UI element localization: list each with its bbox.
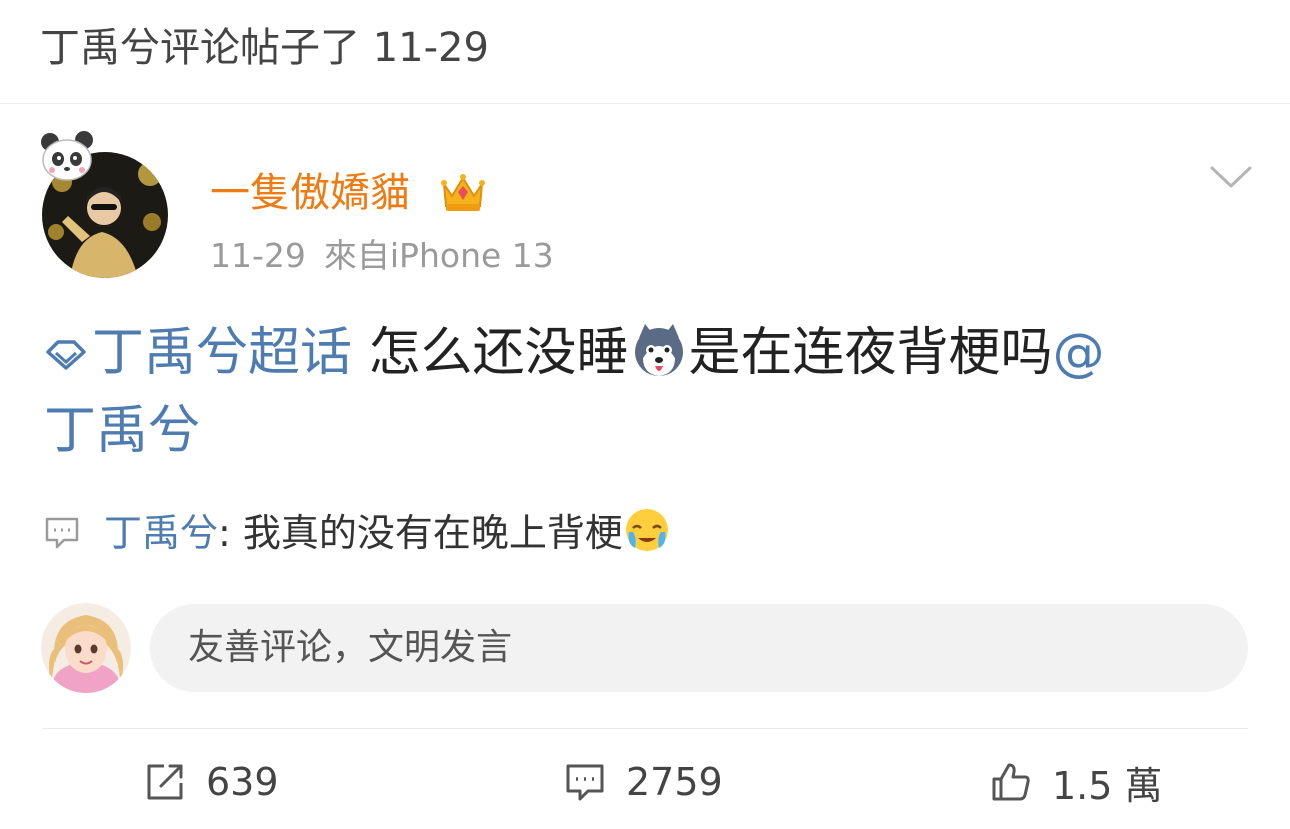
comment-bubble-icon [45, 517, 79, 549]
author-name[interactable]: 一隻傲嬌貓 [210, 166, 410, 220]
my-avatar[interactable] [41, 603, 131, 693]
panda-frame-icon [41, 131, 93, 181]
action-divider [42, 728, 1248, 729]
weibo-post-page: 丁禹兮评论帖子了 11-29 一隻傲嬌貓 11-29 來自iPhone 13 丁… [0, 0, 1290, 829]
post-time: 11-29 [210, 236, 306, 275]
crying-face-emoji [625, 509, 668, 551]
super-topic-label: 丁禹兮超话 [92, 323, 353, 383]
comment-input[interactable]: 友善评论，文明发言 [150, 604, 1248, 692]
notification-header: 丁禹兮评论帖子了 11-29 [0, 0, 1290, 104]
reply-separator: : [218, 511, 243, 555]
post-source: 來自iPhone 13 [323, 236, 554, 275]
like-button[interactable]: 1.5 萬 [990, 754, 1163, 810]
reply-text-line: 丁禹兮: 我真的没有在晚上背梗 [104, 505, 671, 561]
super-topic-link[interactable]: 丁禹兮超话 [44, 323, 352, 383]
thumbs-up-icon [992, 763, 1030, 801]
mention-at: @ [1052, 323, 1105, 383]
post-meta: 11-29 來自iPhone 13 [210, 234, 554, 278]
comment-button[interactable]: 2759 [564, 754, 723, 810]
repost-count: 639 [206, 760, 279, 804]
reply-content: 我真的没有在晚上背梗 [242, 511, 623, 555]
crown-icon [441, 174, 485, 211]
post-text-part2: 是在连夜背梗吗 [688, 323, 1053, 383]
like-count: 1.5 萬 [1052, 763, 1163, 808]
comment-icon [566, 764, 604, 801]
mention-name: 丁禹兮 [44, 401, 201, 461]
super-topic-diamond-icon [46, 340, 86, 370]
repost-icon [147, 764, 183, 800]
husky-dog-emoji [634, 324, 683, 376]
reply-author[interactable]: 丁禹兮 [104, 511, 218, 555]
notification-title: 丁禹兮评论帖子了 11-29 [40, 25, 489, 71]
author-avatar-wrap[interactable] [36, 128, 176, 278]
comment-count: 2759 [626, 760, 723, 804]
top-reply-preview[interactable]: 丁禹兮: 我真的没有在晚上背梗 [44, 505, 1244, 561]
repost-button[interactable]: 639 [144, 754, 279, 810]
post-body: 丁禹兮超话 怎么还没睡 是在连夜背梗吗@ 丁禹兮 [44, 314, 1244, 470]
chevron-down-icon[interactable] [1208, 162, 1254, 192]
post-text-part1: 怎么还没睡 [352, 323, 629, 383]
